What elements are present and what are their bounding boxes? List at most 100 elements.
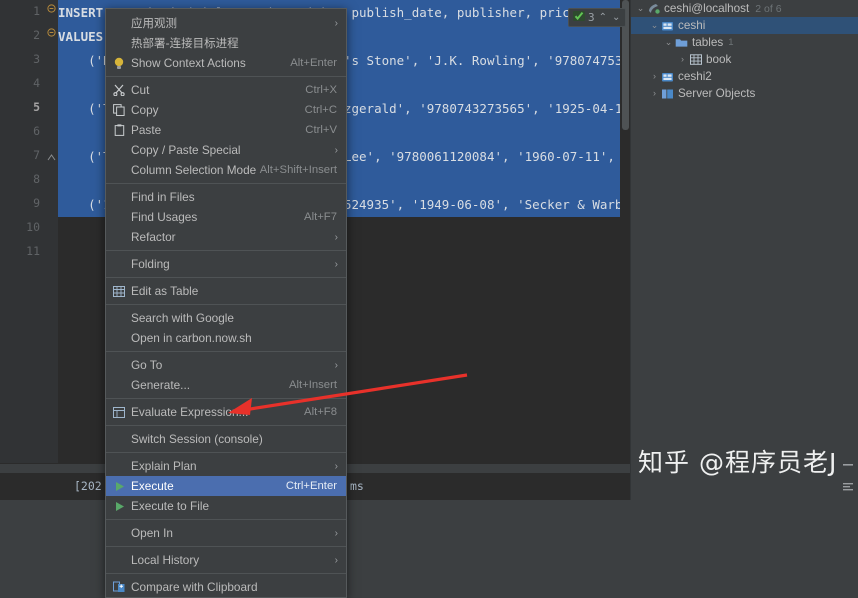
tree-node-ceshi[interactable]: ⌄ceshi — [631, 17, 858, 34]
run-icon — [110, 501, 128, 512]
chevron-right-icon: › — [335, 360, 338, 371]
menu-item-evaluate-expression[interactable]: Evaluate Expression...Alt+F8 — [106, 402, 346, 422]
line-number: 4 — [10, 76, 40, 90]
menu-item-cut[interactable]: CutCtrl+X — [106, 80, 346, 100]
menu-item-go-to[interactable]: Go To› — [106, 355, 346, 375]
inspection-ok-icon — [573, 9, 585, 27]
menu-item-shortcut: Ctrl+Enter — [286, 480, 346, 492]
run-icon — [110, 481, 128, 492]
code-token: INSERT — [58, 5, 103, 20]
scissors-icon — [110, 84, 128, 96]
inspection-count: 3 — [588, 11, 595, 24]
menu-item-label: Local History — [128, 553, 346, 567]
chevron-right-icon: › — [335, 145, 338, 156]
menu-item-label: Evaluate Expression... — [128, 405, 304, 419]
tree-node-ceshi-localhost[interactable]: ⌄ ceshi@localhost 2 of 6 — [631, 0, 858, 17]
menu-item-local-history[interactable]: Local History› — [106, 550, 346, 570]
line-number: 10 — [10, 220, 40, 234]
chevron-right-icon: › — [335, 461, 338, 472]
menu-item-generate[interactable]: Generate...Alt+Insert — [106, 375, 346, 395]
chevron-right-icon[interactable]: › — [677, 51, 688, 68]
code-line[interactable]: VALUES — [58, 25, 103, 49]
inspection-prev-icon[interactable]: ⌃ — [598, 12, 608, 23]
tree-node-label: book — [706, 53, 731, 66]
database-tool-window[interactable]: ⌄ceshi@localhost2 of 6⌄ceshi⌄tables1›boo… — [630, 0, 858, 500]
menu-item-refactor[interactable]: Refactor› — [106, 227, 346, 247]
tree-node-label: ceshi@localhost — [664, 2, 749, 15]
menu-item-execute[interactable]: ExecuteCtrl+Enter — [106, 476, 346, 496]
table-icon — [688, 53, 703, 67]
menu-item-explain-plan[interactable]: Explain Plan› — [106, 456, 346, 476]
line-number: 7 — [10, 148, 40, 162]
menu-item-shortcut: Alt+F8 — [304, 406, 346, 418]
chevron-down-icon[interactable]: ⌄ — [649, 17, 660, 34]
menu-item-label: Find Usages — [128, 210, 304, 224]
menu-separator — [106, 277, 346, 278]
inspection-next-icon[interactable]: ⌄ — [611, 12, 621, 23]
menu-item-label: Find in Files — [128, 190, 346, 204]
line-number: 3 — [10, 52, 40, 66]
menu-item-shortcut: Alt+Insert — [289, 379, 346, 391]
clipboard-icon — [110, 124, 128, 136]
menu-separator — [106, 304, 346, 305]
menu-item-find-in-files[interactable]: Find in Files — [106, 187, 346, 207]
line-number-gutter: 1234567891011 — [0, 0, 46, 463]
menu-item-search-with-google[interactable]: Search with Google — [106, 308, 346, 328]
menu-item-compare-with-clipboard[interactable]: Compare with Clipboard — [106, 577, 346, 597]
compare-icon — [110, 581, 128, 593]
copy-icon — [110, 104, 128, 116]
chevron-right-icon: › — [335, 259, 338, 270]
chevron-right-icon[interactable]: › — [649, 68, 660, 85]
tree-node-label: tables — [692, 36, 723, 49]
menu-item-shortcut: Alt+Enter — [290, 57, 346, 69]
menu-item-edit-as-table[interactable]: Edit as Table — [106, 281, 346, 301]
menu-item-show-context-actions[interactable]: Show Context ActionsAlt+Enter — [106, 53, 346, 73]
menu-item-label: Execute — [128, 479, 286, 493]
menu-item-open-in-carbon-now-sh[interactable]: Open in carbon.now.sh — [106, 328, 346, 348]
fold-end-marker-icon[interactable] — [47, 152, 56, 161]
evaluate-icon — [110, 407, 128, 418]
menu-item-label: Column Selection Mode — [128, 163, 260, 177]
menu-item-switch-session-console[interactable]: Switch Session (console) — [106, 429, 346, 449]
tree-node-ceshi2[interactable]: ›ceshi2 — [631, 68, 858, 85]
database-tree[interactable]: ⌄ceshi@localhost2 of 6⌄ceshi⌄tables1›boo… — [631, 0, 858, 102]
tree-node-tables[interactable]: ⌄tables1 — [631, 34, 858, 51]
menu-item-copy-paste-special[interactable]: Copy / Paste Special› — [106, 140, 346, 160]
editor-marker-strip[interactable] — [620, 0, 630, 463]
lightbulb-icon — [110, 57, 128, 70]
tree-node-server-objects[interactable]: ›Server Objects — [631, 85, 858, 102]
editor-context-menu[interactable]: 应用观测›热部署-连接目标进程Show Context ActionsAlt+E… — [105, 8, 347, 598]
chevron-right-icon[interactable]: › — [649, 85, 660, 102]
menu-item-label: Show Context Actions — [128, 56, 290, 70]
menu-item-label: Paste — [128, 123, 305, 137]
menu-item-label: Go To — [128, 358, 346, 372]
menu-item-open-in[interactable]: Open In› — [106, 523, 346, 543]
line-number: 1 — [10, 4, 40, 18]
menu-item-copy[interactable]: CopyCtrl+C — [106, 100, 346, 120]
menu-item-label: Refactor — [128, 230, 346, 244]
menu-item-execute-to-file[interactable]: Execute to File — [106, 496, 346, 516]
fold-marker-icon[interactable] — [47, 28, 56, 37]
menu-item-[interactable]: 应用观测› — [106, 13, 346, 33]
menu-item-paste[interactable]: PasteCtrl+V — [106, 120, 346, 140]
code-folding-column[interactable] — [46, 0, 58, 463]
menu-item-column-selection-mode[interactable]: Column Selection ModeAlt+Shift+Insert — [106, 160, 346, 180]
menu-item-folding[interactable]: Folding› — [106, 254, 346, 274]
server-objects-icon — [660, 87, 675, 101]
menu-separator — [106, 76, 346, 77]
chevron-down-icon[interactable]: ⌄ — [663, 34, 674, 51]
menu-item-label: Cut — [128, 83, 305, 97]
fold-marker-icon[interactable] — [47, 4, 56, 13]
menu-item-label: Copy / Paste Special — [128, 143, 346, 157]
chevron-down-icon[interactable]: ⌄ — [635, 0, 646, 17]
settings-list-icon[interactable] — [841, 478, 855, 488]
table-icon — [110, 286, 128, 297]
tree-node-badge: 2 of 6 — [755, 3, 781, 15]
tree-node-book[interactable]: › book — [631, 51, 858, 68]
inspection-widget[interactable]: 3 ⌃ ⌄ — [568, 8, 626, 27]
menu-item-find-usages[interactable]: Find UsagesAlt+F7 — [106, 207, 346, 227]
hide-panel-icon[interactable] — [841, 457, 855, 467]
menu-separator — [106, 425, 346, 426]
line-number: 5 — [10, 100, 40, 114]
menu-item-[interactable]: 热部署-连接目标进程 — [106, 33, 346, 53]
